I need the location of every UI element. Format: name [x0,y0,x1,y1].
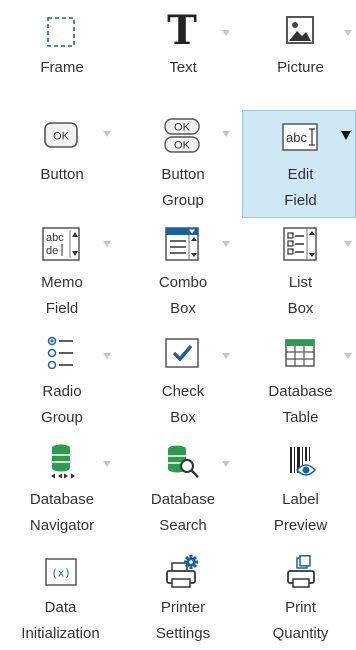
dropdown-arrow-icon[interactable] [103,353,111,359]
database-table-icon [282,336,318,370]
tool-label: Frame [40,59,84,76]
tool-printer-settings[interactable]: Printer Settings [121,552,241,650]
dropdown-arrow-icon[interactable] [222,241,230,247]
tool-label: Data Initialization [21,599,100,642]
dropdown-arrow-icon[interactable] [222,30,230,36]
picture-icon [282,12,318,48]
tool-label: Memo Field [41,274,83,317]
tool-label: Picture [277,59,324,76]
print-quantity-icon [282,554,320,590]
tool-label: Text [169,59,197,76]
tool-text[interactable]: T Text [121,0,241,100]
check-box-icon [163,335,201,371]
dropdown-arrow-icon[interactable] [344,30,352,36]
tool-label: Button [40,166,84,183]
radio-group-icon [44,334,78,372]
tool-label: Combo Box [158,274,208,317]
tool-edit-field[interactable]: abc Edit Field [242,110,356,218]
tool-picture[interactable]: Picture [242,0,356,100]
label-preview-icon [283,444,319,480]
text-icon: T [167,7,197,54]
database-navigator-icon [42,442,80,480]
tool-print-quantity[interactable]: Print Quantity [242,552,356,650]
tool-check-box[interactable]: Check Box [121,332,241,438]
button-group-icon: OK OK [163,118,201,154]
tool-button-group[interactable]: OK OK Button Group [121,110,241,218]
tool-database-table[interactable]: Database Table [242,332,356,438]
frame-icon [44,14,78,50]
memo-field-icon: abc de [42,226,80,262]
svg-text:abc: abc [286,130,307,145]
svg-text:de: de [46,245,58,257]
list-box-icon [282,226,318,262]
dropdown-arrow-icon[interactable] [103,241,111,247]
tool-label: Printer Settings [155,599,211,642]
dropdown-arrow-icon[interactable] [222,461,230,467]
tool-label: Button Group [161,166,205,209]
dropdown-arrow-icon[interactable] [103,131,111,137]
svg-text:OK: OK [53,131,70,143]
tool-label-preview[interactable]: Label Preview [242,440,356,548]
edit-field-icon: abc [281,121,321,153]
combo-box-icon [164,226,200,262]
tool-label: Edit Field [284,166,317,209]
tool-button[interactable]: OK Button [0,110,120,218]
dropdown-arrow-icon[interactable] [222,353,230,359]
dropdown-arrow-icon[interactable] [344,241,352,247]
tool-data-initialization[interactable]: (x) Data Initialization [0,552,120,650]
tool-label: Database Search [150,491,216,534]
data-initialization-icon: (x) [43,556,79,588]
tool-label: Database Table [268,383,333,426]
database-search-icon [163,442,203,480]
tool-label: Print Quantity [272,599,329,642]
tool-label: Radio Group [41,383,83,426]
dropdown-arrow-icon[interactable] [103,461,111,467]
tool-memo-field[interactable]: abc de Memo Field [0,222,120,330]
button-icon: OK [44,122,78,148]
svg-text:OK: OK [174,140,191,152]
tool-combo-box[interactable]: Combo Box [121,222,241,330]
dropdown-arrow-icon[interactable] [222,131,230,137]
tool-frame[interactable]: Frame [0,0,120,100]
tool-database-search[interactable]: Database Search [121,440,241,548]
tool-label: Label Preview [273,491,328,534]
svg-text:OK: OK [174,122,191,134]
dropdown-arrow-icon[interactable] [341,131,351,140]
tool-label: Database Navigator [29,491,95,534]
tool-label: List Box [287,274,314,317]
tool-radio-group[interactable]: Radio Group [0,332,120,438]
tool-list-box[interactable]: List Box [242,222,356,330]
tool-database-navigator[interactable]: Database Navigator [0,440,120,548]
printer-settings-icon [163,554,201,590]
svg-text:(x): (x) [51,567,71,580]
tool-label: Check Box [161,383,205,426]
svg-text:abc: abc [46,232,64,244]
dropdown-arrow-icon[interactable] [344,353,352,359]
